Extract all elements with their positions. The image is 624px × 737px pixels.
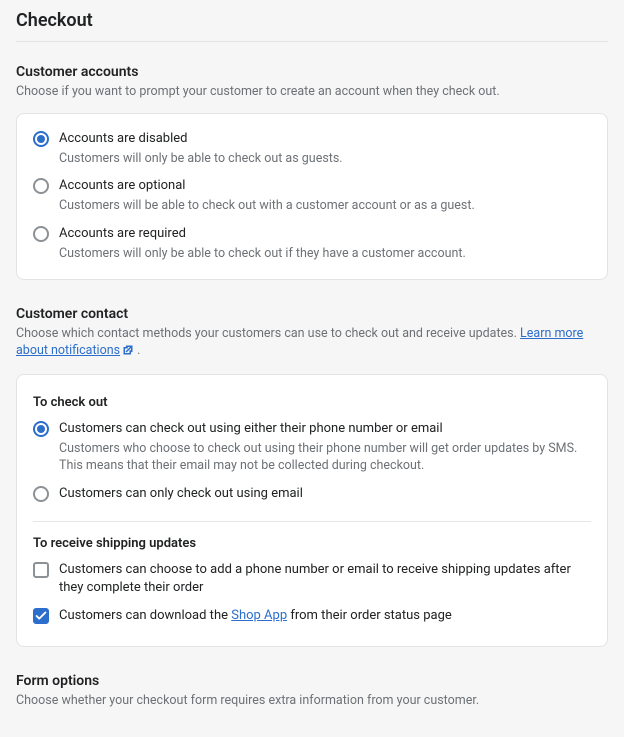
to-check-out-heading: To check out [33, 395, 591, 410]
customer-contact-card: To check out Customers can check out usi… [16, 374, 608, 647]
customer-accounts-desc: Choose if you want to prompt your custom… [16, 83, 608, 101]
customer-accounts-header: Customer accounts Choose if you want to … [16, 64, 608, 101]
radio-icon[interactable] [33, 421, 49, 437]
option-label[interactable]: Accounts are disabled [59, 130, 591, 148]
option-label[interactable]: Customers can only check out using email [59, 485, 591, 503]
radio-icon[interactable] [33, 226, 49, 242]
shop-app-link[interactable]: Shop App [231, 608, 287, 623]
contact-desc-prefix: Choose which contact methods your custom… [16, 326, 520, 341]
label-suffix: from their order status page [287, 608, 452, 623]
option-sub: Customers who choose to check out using … [59, 440, 591, 475]
customer-accounts-title: Customer accounts [16, 64, 608, 80]
option-sub: Customers will only be able to check out… [59, 245, 591, 263]
radio-icon[interactable] [33, 178, 49, 194]
shipping-option-add-contact[interactable]: Customers can choose to add a phone numb… [33, 561, 591, 597]
to-check-out-section: To check out Customers can check out usi… [33, 391, 591, 507]
form-options-title: Form options [16, 673, 608, 689]
option-label[interactable]: Accounts are required [59, 225, 591, 243]
checkout-option-phone-or-email[interactable]: Customers can check out using either the… [33, 420, 591, 475]
checkbox-icon[interactable] [33, 608, 49, 624]
option-label[interactable]: Customers can download the Shop App from… [59, 607, 591, 625]
shipping-updates-section: To receive shipping updates Customers ca… [33, 521, 591, 630]
form-options-desc: Choose whether your checkout form requir… [16, 692, 608, 710]
option-label[interactable]: Customers can check out using either the… [59, 420, 591, 438]
option-sub: Customers will only be able to check out… [59, 150, 591, 168]
accounts-option-disabled[interactable]: Accounts are disabled Customers will onl… [33, 130, 591, 168]
customer-contact-title: Customer contact [16, 306, 608, 322]
radio-icon[interactable] [33, 486, 49, 502]
accounts-option-required[interactable]: Accounts are required Customers will onl… [33, 225, 591, 263]
radio-icon[interactable] [33, 131, 49, 147]
contact-desc-suffix: . [134, 343, 140, 358]
form-options-header: Form options Choose whether your checkou… [16, 673, 608, 710]
label-prefix: Customers can download the [59, 608, 231, 623]
checkbox-icon[interactable] [33, 562, 49, 578]
accounts-option-optional[interactable]: Accounts are optional Customers will be … [33, 177, 591, 215]
checkout-option-email-only[interactable]: Customers can only check out using email [33, 485, 591, 503]
customer-contact-desc: Choose which contact methods your custom… [16, 325, 608, 362]
shipping-option-shop-app[interactable]: Customers can download the Shop App from… [33, 607, 591, 625]
option-label[interactable]: Accounts are optional [59, 177, 591, 195]
option-label[interactable]: Customers can choose to add a phone numb… [59, 561, 591, 597]
option-sub: Customers will be able to check out with… [59, 197, 591, 215]
page-title: Checkout [16, 10, 608, 42]
shipping-updates-heading: To receive shipping updates [33, 536, 591, 551]
external-link-icon [122, 344, 134, 362]
customer-accounts-card: Accounts are disabled Customers will onl… [16, 113, 608, 280]
customer-contact-header: Customer contact Choose which contact me… [16, 306, 608, 362]
